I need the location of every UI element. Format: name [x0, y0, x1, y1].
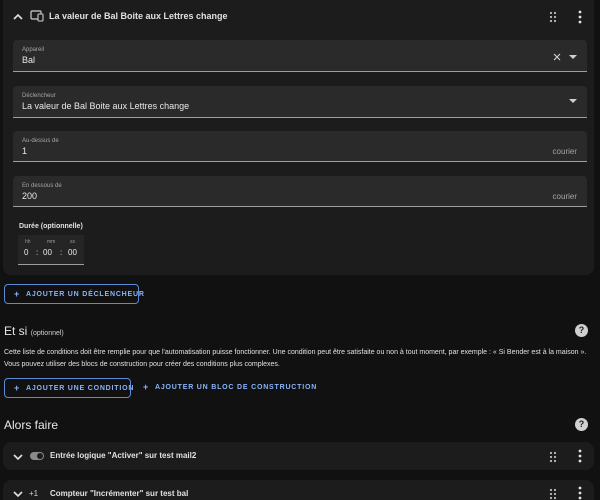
above-value: 1 — [22, 146, 28, 156]
device-select[interactable]: Appareil Bal — [13, 40, 587, 72]
separator: : — [60, 248, 63, 257]
more-options-icon[interactable] — [576, 449, 584, 463]
below-unit: courier — [552, 192, 577, 201]
actions-title: Alors faire — [4, 418, 59, 432]
add-trigger-button[interactable]: + AJOUTER UN DÉCLENCHEUR — [4, 284, 144, 304]
help-icon[interactable]: ? — [575, 418, 588, 431]
duration-title: Durée (optionnelle) — [19, 223, 83, 230]
trigger-card-header[interactable]: La valeur de Bal Boite aux Lettres chang… — [3, 0, 594, 32]
action-card[interactable]: +1 Compteur "Incrémenter" sur test bal — [3, 480, 594, 500]
conditions-title: Et si (optionnel) — [4, 324, 64, 338]
trigger-card: La valeur de Bal Boite aux Lettres chang… — [3, 0, 594, 275]
below-value: 200 — [22, 191, 38, 201]
dropdown-arrow-icon[interactable] — [569, 99, 577, 104]
drag-handle-icon[interactable] — [549, 451, 559, 463]
action-title: Compteur "Incrémenter" sur test bal — [50, 489, 189, 498]
above-input[interactable]: Au-dessus de 1 courier — [13, 131, 587, 162]
trigger-title: La valeur de Bal Boite aux Lettres chang… — [49, 11, 228, 21]
below-label: En dessous de — [22, 183, 62, 189]
chevron-up-icon[interactable] — [11, 10, 25, 24]
clear-icon[interactable] — [553, 53, 561, 61]
add-condition-button[interactable]: + AJOUTER UNE CONDITION — [4, 378, 133, 398]
plus-icon: + — [14, 289, 21, 299]
plus-icon: + — [143, 382, 150, 392]
action-title: Entrée logique "Activer" sur test mail2 — [50, 451, 197, 460]
device-label: Appareil — [22, 47, 45, 53]
plus-icon: + — [14, 383, 21, 393]
separator: : — [36, 248, 39, 257]
help-icon[interactable]: ? — [575, 324, 588, 337]
chevron-down-icon[interactable] — [11, 450, 25, 464]
dropdown-arrow-icon[interactable] — [569, 55, 577, 60]
chevron-down-icon[interactable] — [11, 487, 25, 500]
minutes-value[interactable]: 00 — [43, 248, 52, 257]
trigger-select[interactable]: Déclencheur La valeur de Bal Boite aux L… — [13, 86, 587, 118]
device-value: Bal — [22, 55, 36, 65]
add-building-block-button[interactable]: + AJOUTER UN BLOC DE CONSTRUCTION — [143, 378, 316, 398]
below-input[interactable]: En dessous de 200 courier — [13, 176, 587, 207]
seconds-label: ss — [70, 239, 75, 245]
action-card[interactable]: Entrée logique "Activer" sur test mail2 — [3, 442, 594, 470]
seconds-value[interactable]: 00 — [68, 248, 77, 257]
device-icon — [30, 10, 44, 22]
conditions-description: Cette liste de conditions doit être remp… — [4, 349, 587, 368]
hours-label: hh — [25, 239, 31, 245]
drag-handle-icon[interactable] — [549, 11, 559, 23]
duration-input[interactable]: hh mm ss 0 : 00 : 00 — [18, 235, 84, 265]
toggle-switch-icon — [30, 452, 44, 460]
minutes-label: mm — [47, 239, 56, 245]
above-unit: courier — [552, 147, 577, 156]
drag-handle-icon[interactable] — [549, 488, 559, 500]
hours-value[interactable]: 0 — [24, 248, 28, 257]
more-options-icon[interactable] — [576, 486, 584, 500]
trigger-value: La valeur de Bal Boite aux Lettres chang… — [22, 101, 190, 111]
conditions-subtitle: (optionnel) — [30, 330, 64, 337]
trigger-label: Déclencheur — [22, 93, 56, 99]
above-label: Au-dessus de — [22, 138, 59, 144]
counter-icon: +1 — [29, 489, 39, 498]
more-options-icon[interactable] — [576, 10, 584, 24]
